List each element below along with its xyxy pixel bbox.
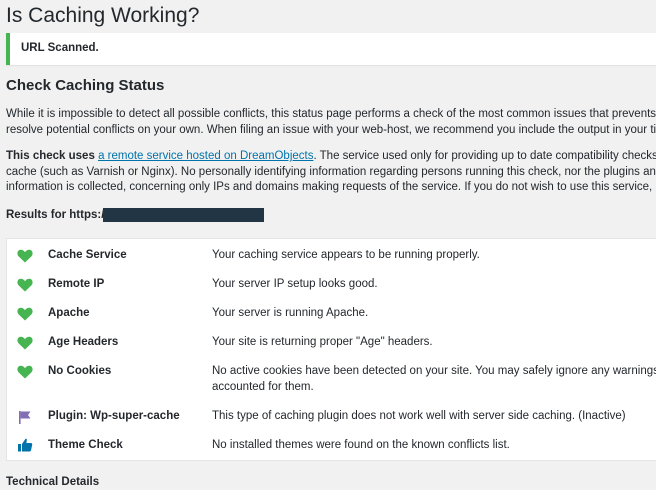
heart-icon: [17, 307, 33, 321]
page-title: Is Caching Working?: [6, 4, 200, 27]
status-message: Your site is returning proper "Age" head…: [212, 336, 433, 348]
dreamobjects-link[interactable]: a remote service hosted on DreamObjects: [98, 150, 313, 162]
intro-line-2: resolve potential conflicts on your own.…: [6, 123, 656, 136]
technical-details-heading: Technical Details: [6, 476, 100, 488]
service-line-3: information is collected, concerning onl…: [6, 181, 656, 193]
status-name: Theme Check: [48, 439, 123, 451]
status-table: Cache Service Your caching service appea…: [6, 238, 656, 461]
status-name: Age Headers: [48, 336, 119, 348]
heart-icon: [17, 249, 33, 263]
url-scanned-notice: URL Scanned.: [6, 33, 656, 65]
heart-icon: [17, 278, 33, 292]
status-name: Plugin: Wp-super-cache: [48, 410, 180, 422]
notice-text: URL Scanned.: [21, 42, 99, 54]
status-message: No active cookies have been detected on …: [212, 364, 656, 395]
heart-icon: [17, 365, 33, 379]
redacted-url: [103, 208, 264, 222]
results-label: Results for https://: [6, 209, 108, 221]
thumbs-up-icon: [17, 438, 33, 452]
intro-line-1: While it is impossible to detect all pos…: [6, 108, 656, 120]
status-message: Your caching service appears to be runni…: [212, 249, 480, 261]
service-line-2: cache (such as Varnish or Nginx). No per…: [6, 165, 656, 178]
service-line-1-rest: . The service used only for providing up…: [313, 150, 656, 162]
status-message: Your server IP setup looks good.: [212, 278, 378, 290]
service-paragraph: This check uses a remote service hosted …: [6, 149, 656, 196]
status-name: Apache: [48, 307, 90, 319]
status-message-line-1: No active cookies have been detected on …: [212, 365, 656, 377]
status-name: Cache Service: [48, 249, 127, 261]
service-bold-text: This check uses: [6, 150, 95, 162]
intro-paragraph: While it is impossible to detect all pos…: [6, 107, 656, 138]
status-name: No Cookies: [48, 365, 112, 377]
flag-icon: [17, 410, 33, 424]
service-line-1: This check uses a remote service hosted …: [6, 149, 656, 165]
status-message: No installed themes were found on the kn…: [212, 439, 510, 451]
section-heading: Check Caching Status: [6, 77, 165, 94]
status-name: Remote IP: [48, 278, 105, 290]
status-message: Your server is running Apache.: [212, 307, 369, 319]
heart-icon: [17, 336, 33, 350]
status-message-line-2: accounted for them.: [212, 380, 314, 393]
status-message: This type of caching plugin does not wor…: [212, 410, 626, 422]
